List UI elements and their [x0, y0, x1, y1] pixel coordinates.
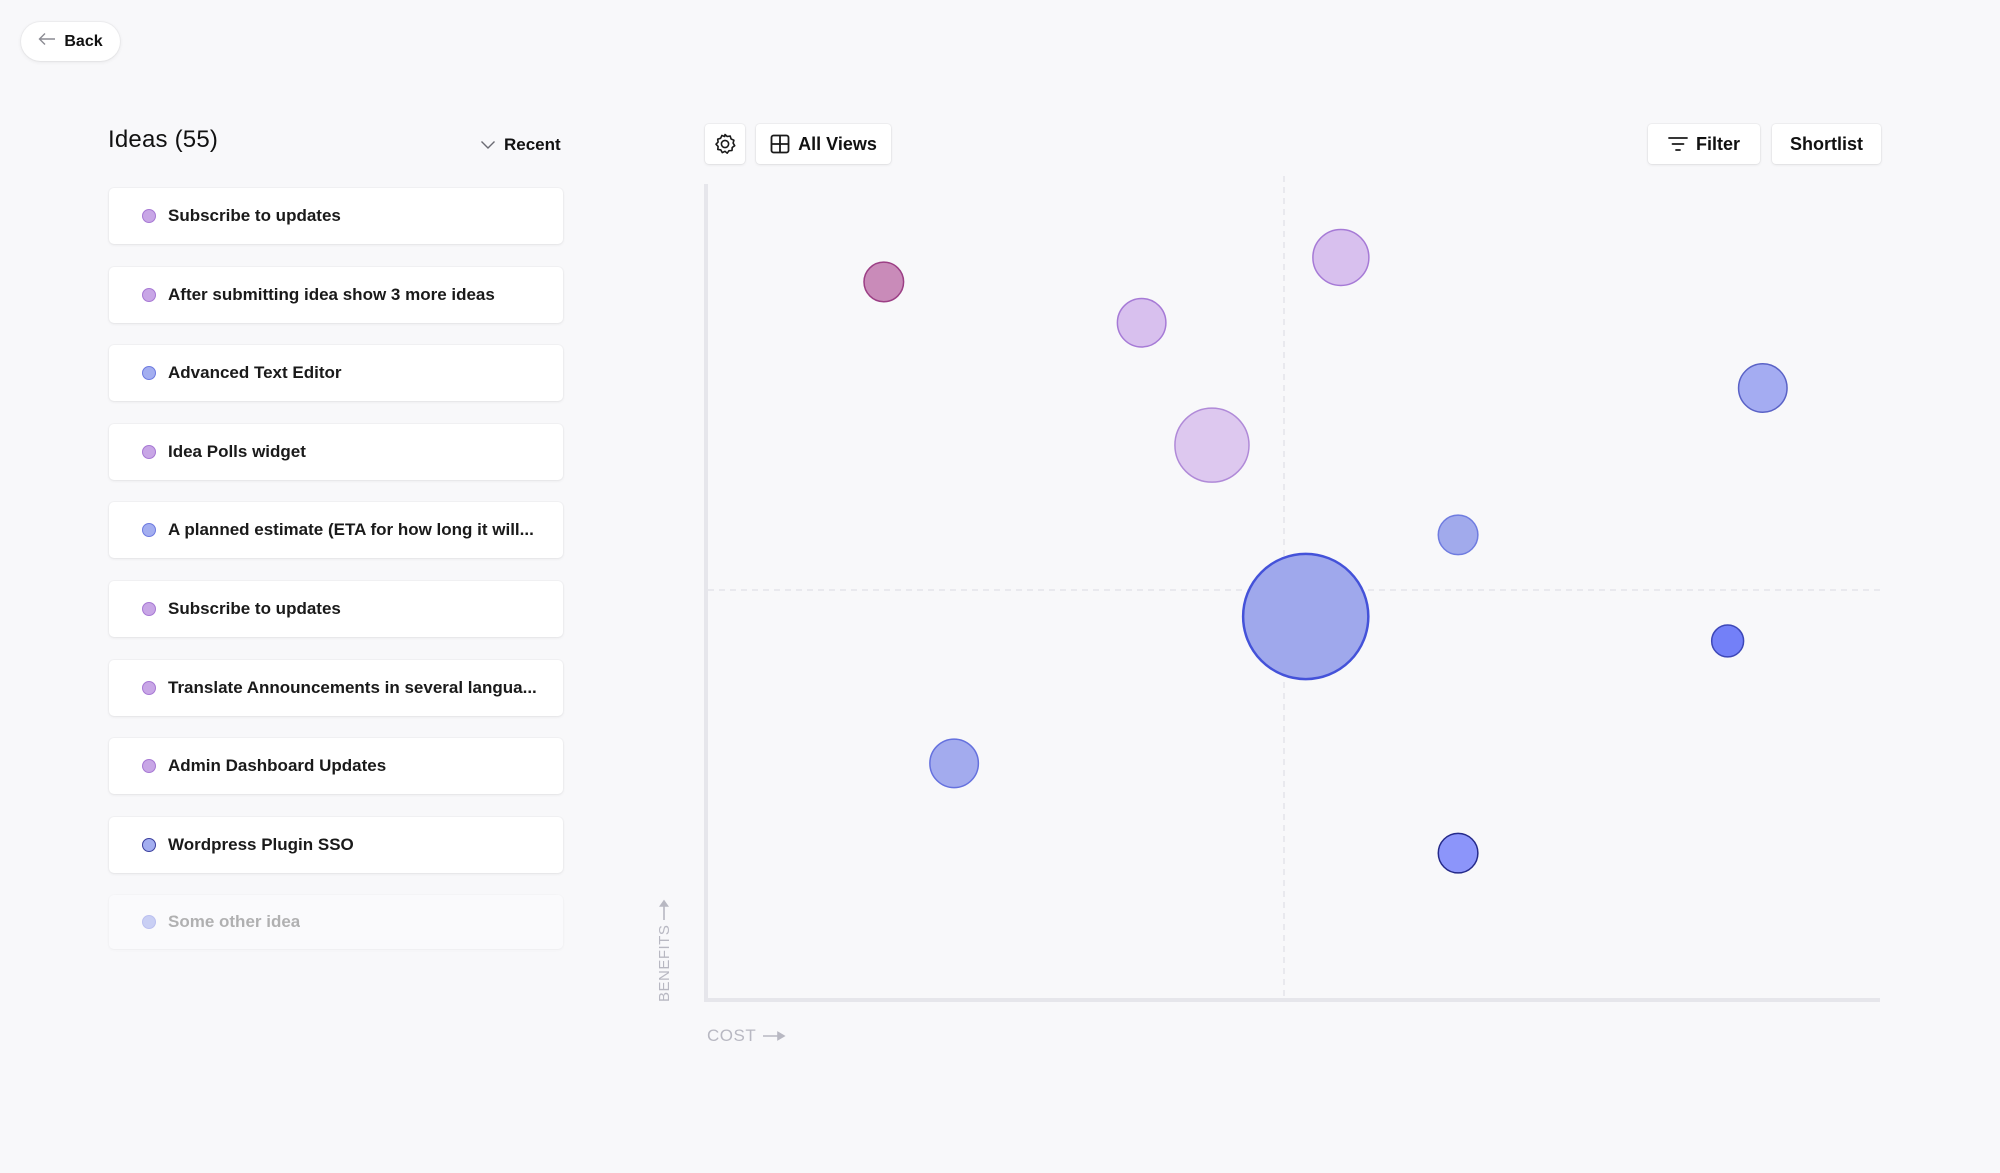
idea-list-item[interactable]: After submitting idea show 3 more ideas — [109, 266, 563, 323]
idea-list-item[interactable]: Advanced Text Editor — [109, 345, 563, 402]
chevron-down-icon — [480, 135, 496, 155]
filter-button[interactable]: Filter — [1648, 124, 1760, 164]
status-dot-icon — [142, 366, 156, 381]
idea-bubble[interactable] — [1710, 624, 1745, 658]
shortlist-button[interactable]: Shortlist — [1772, 124, 1881, 164]
idea-list-item[interactable]: Some other idea — [109, 895, 563, 950]
x-axis-label: COST — [707, 1026, 786, 1046]
idea-list-item[interactable]: A planned estimate (ETA for how long it … — [109, 502, 563, 559]
arrow-right-icon — [762, 1026, 786, 1046]
idea-list-item[interactable]: Subscribe to updates — [109, 188, 563, 244]
idea-list-item[interactable]: Translate Announcements in several langu… — [109, 659, 563, 716]
ideas-panel-title: Ideas (55) — [108, 126, 219, 153]
status-dot-icon — [142, 287, 156, 302]
status-dot-icon — [142, 837, 156, 852]
idea-bubble[interactable] — [929, 738, 980, 789]
grid-icon — [770, 134, 790, 154]
status-dot-icon — [142, 209, 156, 223]
idea-title: Admin Dashboard Updates — [168, 756, 387, 776]
idea-title: Idea Polls widget — [168, 441, 306, 461]
idea-list-item[interactable]: Wordpress Plugin SSO — [109, 816, 563, 873]
back-button-label: Back — [64, 32, 103, 50]
idea-list-item[interactable]: Admin Dashboard Updates — [109, 738, 563, 795]
idea-list-item[interactable]: Subscribe to updates — [109, 581, 563, 637]
gear-icon — [713, 132, 737, 156]
back-button[interactable]: Back — [21, 22, 120, 61]
idea-title: Some other idea — [168, 912, 301, 932]
y-axis-label: BENEFITS — [652, 899, 676, 1002]
status-dot-icon — [142, 602, 156, 616]
settings-button[interactable] — [705, 124, 745, 164]
idea-title: Translate Announcements in several langu… — [168, 677, 537, 697]
x-axis-label-text: COST — [707, 1026, 757, 1045]
idea-bubble[interactable] — [1437, 832, 1479, 874]
status-dot-icon — [142, 444, 156, 459]
shortlist-label: Shortlist — [1789, 133, 1863, 154]
arrow-up-icon — [656, 899, 673, 921]
all-views-button[interactable]: All Views — [756, 124, 891, 164]
y-axis-label-text: BENEFITS — [655, 924, 673, 1002]
idea-title: Subscribe to updates — [168, 206, 341, 225]
idea-bubble[interactable] — [863, 261, 905, 303]
status-dot-icon — [142, 523, 156, 538]
idea-bubble[interactable] — [1437, 514, 1479, 556]
status-dot-icon — [142, 680, 156, 695]
idea-bubble[interactable] — [1241, 552, 1370, 681]
idea-bubble[interactable] — [1116, 297, 1167, 348]
status-dot-icon — [142, 915, 156, 930]
idea-title: After submitting idea show 3 more ideas — [168, 284, 495, 304]
sort-dropdown[interactable]: Recent — [480, 132, 561, 158]
idea-bubble[interactable] — [1174, 407, 1250, 483]
idea-list-item[interactable]: Idea Polls widget — [109, 423, 563, 480]
arrow-left-icon — [38, 32, 56, 51]
idea-bubble[interactable] — [1737, 363, 1788, 413]
idea-title: A planned estimate (ETA for how long it … — [168, 520, 534, 540]
idea-title: Wordpress Plugin SSO — [168, 834, 354, 854]
filter-icon — [1668, 136, 1688, 152]
idea-title: Subscribe to updates — [168, 599, 341, 618]
sort-dropdown-label: Recent — [504, 135, 561, 154]
idea-title: Advanced Text Editor — [168, 363, 342, 383]
filter-label: Filter — [1695, 133, 1740, 154]
idea-bubble[interactable] — [1312, 228, 1370, 287]
status-dot-icon — [142, 759, 156, 774]
all-views-label: All Views — [798, 133, 877, 154]
